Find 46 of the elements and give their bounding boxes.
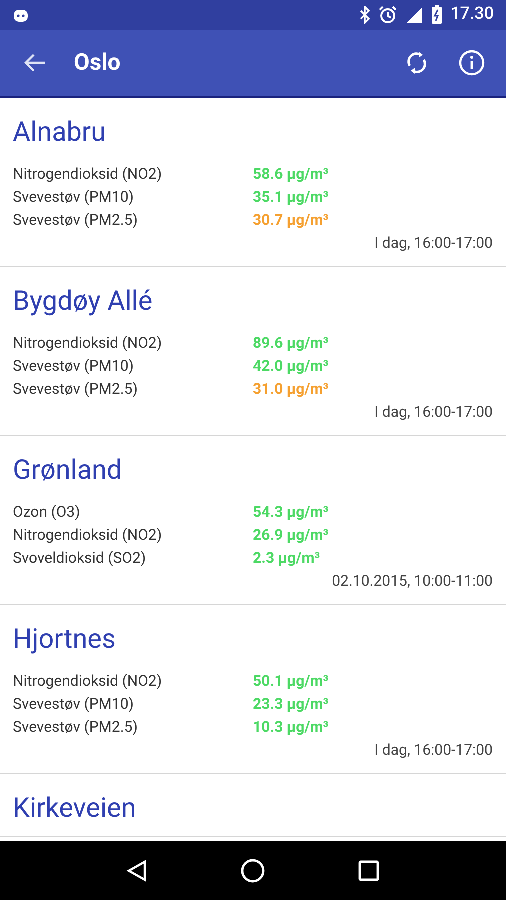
pollutant-value: 58.6 µg/m³ [253,164,329,186]
pollutant-value: 35.1 µg/m³ [253,187,329,208]
battery-icon [430,5,443,25]
android-icon [12,7,30,23]
measurement-time: I dag, 16:00-17:00 [374,740,493,762]
nav-recents-icon[interactable] [358,860,380,882]
pollutant-value: 26.9 µg/m³ [253,525,329,546]
pollutant-label: Ozon (O3) [13,502,82,524]
app-title: Oslo [74,48,121,78]
pollutant-label: Svevestøv (PM2.5) [13,379,139,400]
alarm-icon [378,6,397,24]
pollutant-label: Svoveldioksid (SO2) [13,548,148,570]
pollutant-label: Nitrogendioksid (NO2) [13,333,164,354]
pollutant-value: 10.3 µg/m³ [253,717,329,738]
pollutant-value: 31.0 µg/m³ [253,379,329,400]
measurement-time: 02.10.2015, 10:00-11:00 [332,571,493,592]
measurement-time: I dag, 16:00-17:00 [374,402,493,424]
station-name: Bygdøy Allé [13,284,153,318]
pollutant-value: 30.7 µg/m³ [253,210,329,232]
refresh-icon [406,51,428,75]
pollutant-label: Svevestøv (PM10) [13,187,135,208]
pollutant-value: 54.3 µg/m³ [253,502,329,524]
station-name: Alnabru [13,115,106,149]
measurement-time: I dag, 16:00-17:00 [374,233,493,254]
pollutant-value: 50.1 µg/m³ [253,671,329,692]
pollutant-label: Svevestøv (PM2.5) [13,210,139,232]
nav-back-icon[interactable] [126,858,148,882]
pollutant-label: Svevestøv (PM10) [13,694,135,716]
pollutant-value: 23.3 µg/m³ [253,694,329,716]
pollutant-label: Svevestøv (PM2.5) [13,717,139,738]
pollutant-label: Nitrogendioksid (NO2) [13,525,164,546]
pollutant-value: 42.0 µg/m³ [253,356,329,378]
signal-icon [404,6,423,24]
pollutant-label: Nitrogendioksid (NO2) [13,164,164,186]
station-name: Hjortnes [13,622,116,656]
status-time: 17.30 [450,3,494,26]
pollutant-label: Nitrogendioksid (NO2) [13,671,164,692]
bluetooth-icon [358,6,371,24]
nav-home-icon[interactable] [240,858,266,884]
pollutant-value: 2.3 µg/m³ [253,548,320,570]
info-icon [459,50,485,76]
station-name: Grønland [13,453,122,487]
back-arrow-icon [24,53,46,73]
station-name: Kirkeveien [13,791,136,825]
pollutant-value: 89.6 µg/m³ [253,333,329,354]
pollutant-label: Svevestøv (PM10) [13,356,135,378]
